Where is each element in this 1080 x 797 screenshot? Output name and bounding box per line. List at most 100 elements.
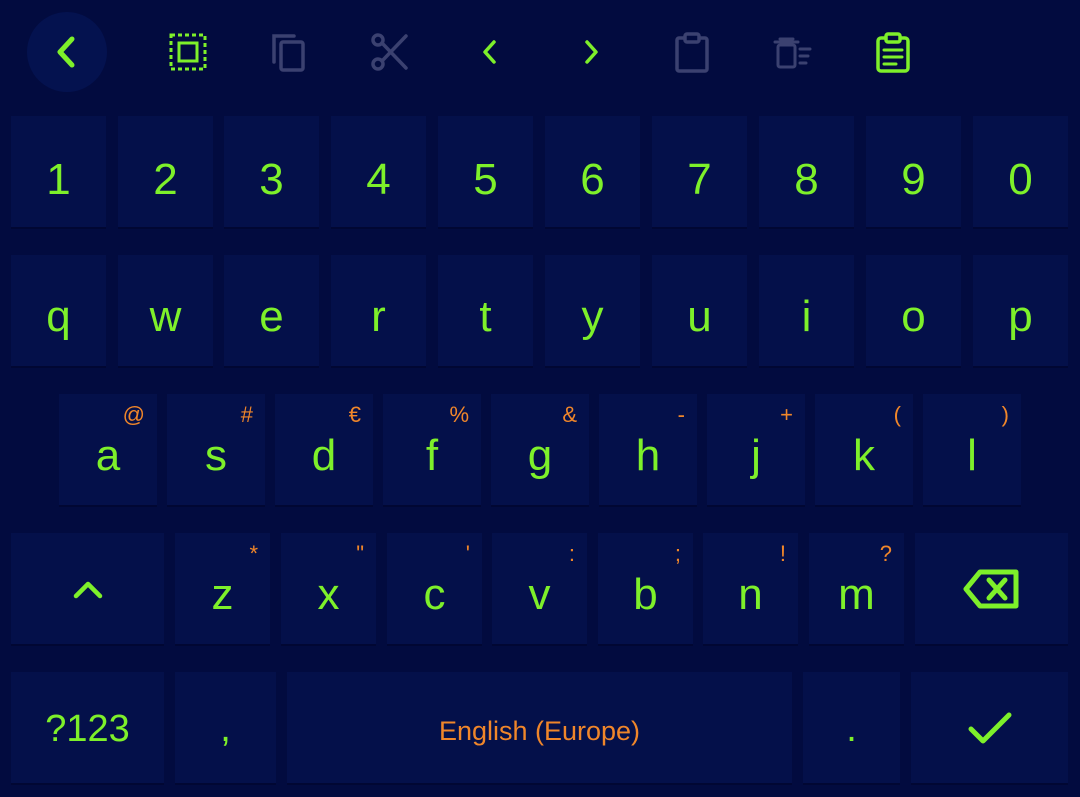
key-e[interactable]: e <box>224 255 319 368</box>
key-hint: ) <box>1001 402 1009 427</box>
key-i[interactable]: i <box>759 255 854 368</box>
key-label: 8 <box>794 155 819 204</box>
key-label: s <box>205 431 227 480</box>
key-c[interactable]: c ' <box>387 533 482 646</box>
key-label: u <box>687 292 712 341</box>
key-label: p <box>1008 292 1033 341</box>
period-key-label: . <box>846 708 857 750</box>
key-s[interactable]: s # <box>167 394 265 507</box>
key-label: y <box>581 292 604 341</box>
key-hint: : <box>568 541 575 566</box>
key-o[interactable]: o <box>866 255 961 368</box>
key-v[interactable]: v: <box>492 533 587 646</box>
key-label: z <box>211 570 234 619</box>
key-label: j <box>751 431 761 480</box>
key-6[interactable]: 6 <box>545 116 640 229</box>
key-w[interactable]: w <box>118 255 213 368</box>
key-label: e <box>259 292 284 341</box>
key-label: q <box>46 292 71 341</box>
key-1[interactable]: 1 <box>11 116 106 229</box>
key-hint: & <box>562 402 577 427</box>
key-t[interactable]: t <box>438 255 533 368</box>
key-label: i <box>801 292 812 341</box>
key-label: o <box>901 292 926 341</box>
key-j[interactable]: j + <box>707 394 805 507</box>
key-label: 5 <box>473 155 498 204</box>
key-x[interactable]: x " <box>281 533 376 646</box>
key-l[interactable]: l) <box>923 394 1021 507</box>
enter-key[interactable] <box>911 672 1068 785</box>
key-label: n <box>738 570 763 619</box>
paste-button[interactable] <box>652 12 732 92</box>
key-hint: ? <box>879 541 892 566</box>
key-4[interactable]: 4 <box>331 116 426 229</box>
key-d[interactable]: d € <box>275 394 373 507</box>
toolbar-back-button[interactable] <box>27 12 107 92</box>
key-hint: * <box>249 541 258 566</box>
key-label: w <box>149 292 182 341</box>
key-hint: € <box>348 402 361 427</box>
clipboard-history-button[interactable] <box>853 12 933 92</box>
key-f[interactable]: f% <box>383 394 481 507</box>
key-h[interactable]: h- <box>599 394 697 507</box>
clear-clipboard-button[interactable] <box>752 12 832 92</box>
key-label: 2 <box>153 155 178 204</box>
key-u[interactable]: u <box>652 255 747 368</box>
select-all-button[interactable] <box>148 12 228 92</box>
key-0[interactable]: 0 <box>973 116 1068 229</box>
key-n[interactable]: n! <box>703 533 798 646</box>
key-q[interactable]: q <box>11 255 106 368</box>
key-label: h <box>635 431 661 480</box>
symbols-key[interactable]: ?123 <box>11 672 164 785</box>
period-key[interactable]: . <box>803 672 900 785</box>
key-hint: + <box>780 402 793 427</box>
key-label: b <box>633 570 658 619</box>
key-label: f <box>425 431 439 480</box>
key-a[interactable]: a @ <box>59 394 157 507</box>
key-hint: @ <box>122 402 145 427</box>
comma-key[interactable]: , <box>175 672 276 785</box>
key-hint: % <box>449 402 469 427</box>
key-k[interactable]: k( <box>815 394 913 507</box>
key-hint: - <box>677 402 685 427</box>
scissors-icon <box>371 33 408 71</box>
key-3[interactable]: 3 <box>224 116 319 229</box>
cursor-left-button[interactable] <box>450 12 530 92</box>
key-hint: ; <box>674 541 681 566</box>
key-label: 3 <box>259 155 284 204</box>
backspace-key[interactable] <box>915 533 1068 646</box>
key-label: 6 <box>580 155 605 204</box>
key-g[interactable]: g & <box>491 394 589 507</box>
key-r[interactable]: r <box>331 255 426 368</box>
key-m[interactable]: m? <box>809 533 904 646</box>
space-key[interactable]: English (Europe) <box>287 672 792 785</box>
key-7[interactable]: 7 <box>652 116 747 229</box>
key-label: 9 <box>901 155 926 204</box>
symbols-key-label: ?123 <box>45 708 130 750</box>
key-hint: " <box>356 541 364 566</box>
key-z[interactable]: z * <box>175 533 270 646</box>
key-y[interactable]: y <box>545 255 640 368</box>
shift-key[interactable] <box>11 533 164 646</box>
key-hint: ( <box>893 402 901 427</box>
key-8[interactable]: 8 <box>759 116 854 229</box>
cursor-right-button[interactable] <box>551 12 631 92</box>
select-all-icon <box>169 33 207 71</box>
key-label: r <box>371 292 386 341</box>
key-label: v <box>528 570 551 619</box>
clear-all-icon <box>773 37 812 69</box>
key-b[interactable]: b; <box>598 533 693 646</box>
key-label: g <box>527 431 553 480</box>
backspace-icon <box>963 569 1018 608</box>
key-2[interactable]: 2 <box>118 116 213 229</box>
key-p[interactable]: p <box>973 255 1068 368</box>
key-5[interactable]: 5 <box>438 116 533 229</box>
cut-button[interactable] <box>350 12 430 92</box>
key-label: d <box>311 431 337 480</box>
key-label: 1 <box>46 155 71 204</box>
copy-button[interactable] <box>248 12 328 92</box>
space-key-label: English (Europe) <box>438 716 641 746</box>
chevron-right-icon <box>585 40 598 64</box>
key-9[interactable]: 9 <box>866 116 961 229</box>
key-hint: ' <box>465 541 470 566</box>
